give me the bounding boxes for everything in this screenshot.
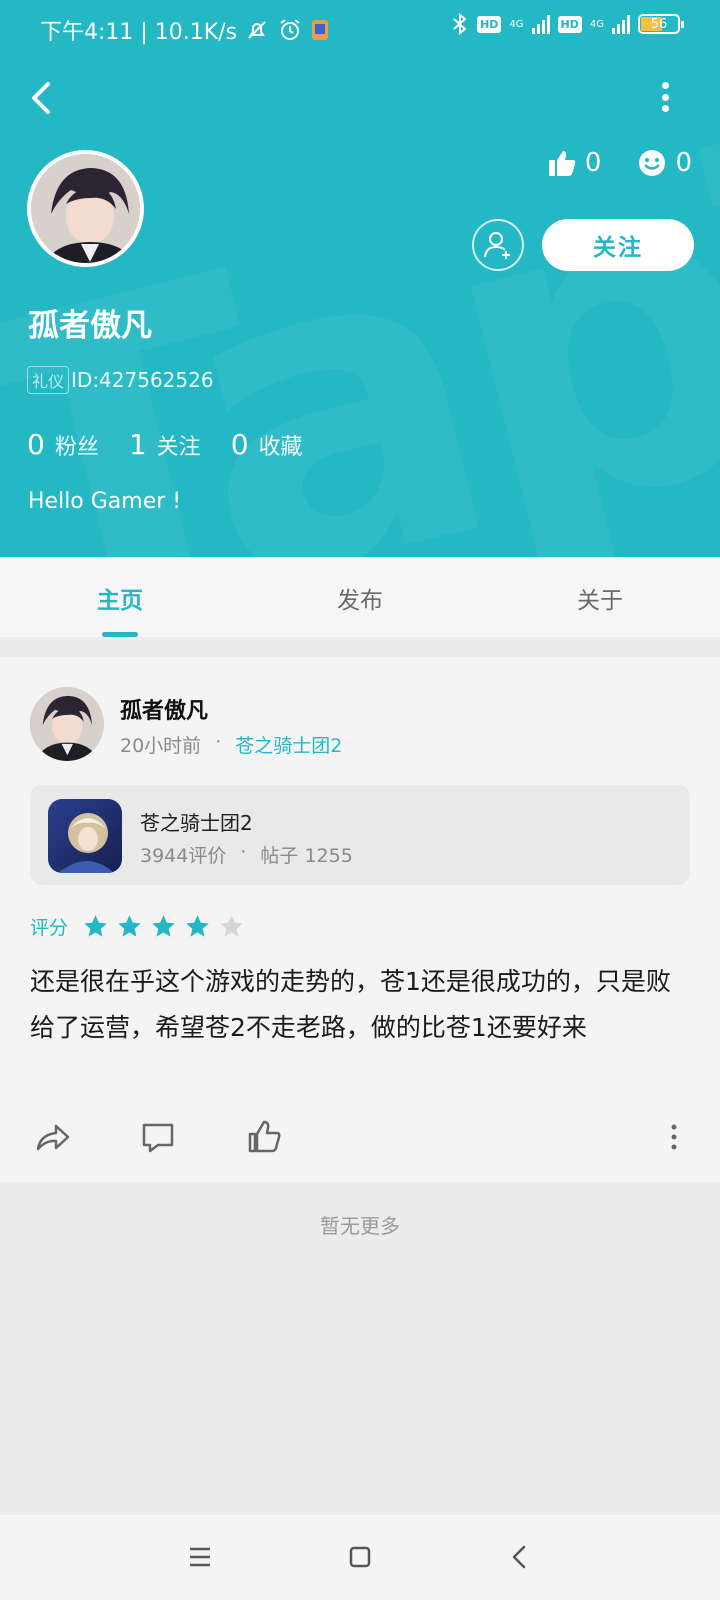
star-filled-icon <box>152 915 175 937</box>
fans-count[interactable]: 0 粉丝 <box>27 428 99 461</box>
signal-bars-icon <box>531 14 550 34</box>
back-arrow-icon[interactable] <box>24 78 60 118</box>
signal-bars-icon <box>612 14 630 34</box>
tab-about[interactable]: 关于 <box>480 557 720 637</box>
favorites-count[interactable]: 0 收藏 <box>231 428 303 461</box>
star-filled-icon <box>118 915 141 937</box>
profile-bio: Hello Gamer ! <box>28 489 182 514</box>
user-id: ID:427562526 <box>71 368 214 392</box>
follow-counts: 0 粉丝 1 关注 0 收藏 <box>27 428 303 461</box>
etiquette-badge[interactable]: 礼仪 <box>27 366 70 394</box>
more-menu-icon[interactable] <box>658 82 672 112</box>
add-user-icon <box>484 232 510 259</box>
game-icon <box>48 799 122 873</box>
network-type: 4G <box>509 18 524 30</box>
app-notification-icon <box>312 20 329 40</box>
following-count[interactable]: 1 关注 <box>129 428 201 461</box>
comment-icon[interactable] <box>138 1117 178 1157</box>
profile-header: TapTap 下午4:11 | 10.1K/s HD 4G HD 4G 56 0… <box>0 0 720 557</box>
game-reviews: 3944评价 <box>140 845 227 867</box>
profile-avatar[interactable] <box>27 150 144 267</box>
network-type: 4G <box>589 18 604 30</box>
follow-button[interactable]: 关注 <box>542 219 694 271</box>
back-icon[interactable] <box>500 1537 540 1577</box>
game-link[interactable]: 苍之骑士团2 <box>235 731 342 758</box>
rating-label: 评分 <box>30 917 69 939</box>
share-icon[interactable] <box>32 1117 72 1157</box>
review-post-card[interactable]: 孤者傲凡 20小时前 · 苍之骑士团2 苍之骑士团2 3944评价 · 帖子 1… <box>0 657 720 1182</box>
profile-tabs: 主页 发布 关于 <box>0 557 720 637</box>
star-filled-icon <box>84 915 107 937</box>
system-nav-bar <box>0 1515 720 1600</box>
post-more-icon[interactable] <box>664 1117 684 1157</box>
separator-dot: · <box>240 841 247 863</box>
status-bar: 下午4:11 | 10.1K/s HD 4G HD 4G 56 <box>0 0 720 56</box>
tab-posts[interactable]: 发布 <box>240 557 480 637</box>
post-actions <box>0 1117 720 1167</box>
rating-row: 评分 <box>30 913 245 940</box>
profile-reactions: 0 0 <box>547 148 692 178</box>
profile-username: 孤者傲凡 <box>28 308 152 344</box>
game-title: 苍之骑士团2 <box>140 811 253 835</box>
post-body: 还是很在乎这个游戏的走势的，苍1还是很成功的，只是败给了运营，希望苍2不走老路，… <box>30 967 671 1042</box>
status-time-speed: 下午4:11 | 10.1K/s <box>40 20 238 45</box>
star-empty-icon <box>220 915 243 937</box>
game-card[interactable]: 苍之骑士团2 3944评价 · 帖子 1255 <box>30 785 690 885</box>
post-time: 20小时前 <box>120 735 202 757</box>
star-filled-icon <box>186 915 209 937</box>
like-icon[interactable] <box>244 1117 284 1157</box>
game-posts: 帖子 1255 <box>260 845 353 867</box>
thumbs-up-icon[interactable] <box>547 148 577 178</box>
home-icon[interactable] <box>340 1537 380 1577</box>
tab-home[interactable]: 主页 <box>0 557 240 637</box>
user-id-row: 礼仪 ID:427562526 <box>27 366 214 394</box>
likes-count: 0 <box>584 148 602 178</box>
mute-bell-icon <box>248 21 266 39</box>
add-friend-button[interactable] <box>472 219 524 271</box>
separator-dot: · <box>215 731 222 753</box>
battery-icon: 56 <box>638 14 684 34</box>
no-more-text: 暂无更多 <box>320 1214 400 1238</box>
game-stats: 3944评价 · 帖子 1255 <box>140 841 353 868</box>
rating-stars <box>82 913 245 940</box>
author-avatar[interactable] <box>30 687 104 761</box>
taptap-watermark: TapTap <box>0 0 720 557</box>
author-name[interactable]: 孤者傲凡 <box>120 693 208 725</box>
hd-badge: HD <box>557 15 582 33</box>
smile-icon[interactable] <box>637 148 667 178</box>
hd-badge: HD <box>477 15 502 33</box>
bluetooth-icon <box>453 12 467 36</box>
alarm-icon <box>280 19 300 40</box>
menu-icon[interactable] <box>180 1537 220 1577</box>
post-meta: 20小时前 · 苍之骑士团2 <box>120 731 342 758</box>
smiles-count: 0 <box>675 148 692 178</box>
